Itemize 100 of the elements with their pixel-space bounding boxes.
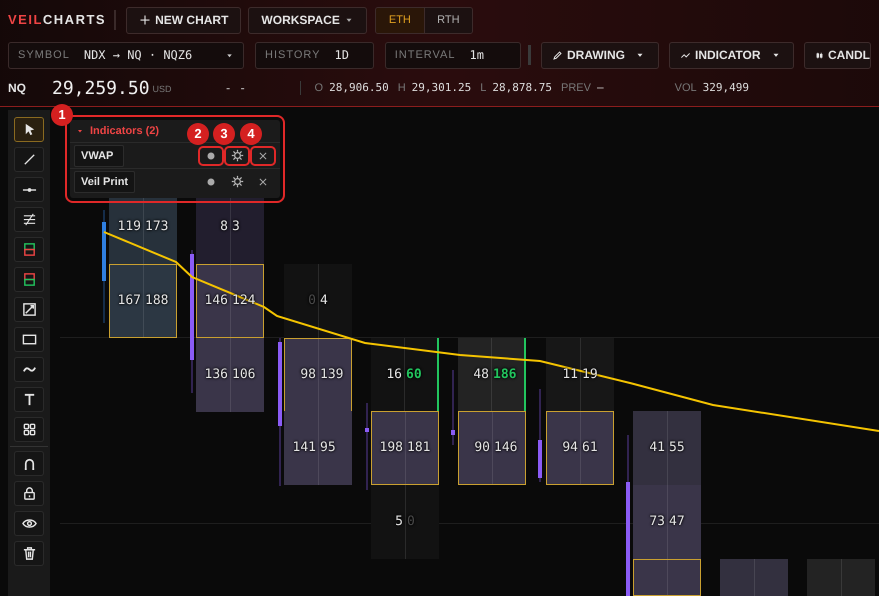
menu-button[interactable]: INDICATOR [668,42,794,68]
volume-value: 61 [582,439,598,458]
rectangle-icon [22,332,36,347]
volume-value: 95 [320,439,336,458]
settings-icon [230,149,244,162]
callout-number: 1 [51,104,73,126]
close-button[interactable] [250,146,276,166]
tool-button[interactable] [14,327,44,352]
volume-value: 94 [562,439,578,458]
visibility-button[interactable] [198,146,224,166]
session-tab[interactable]: RTH [424,8,472,32]
parallel-lines-icon [22,212,36,227]
caret-down-icon [76,127,84,135]
field-label: SYMBOL [18,48,70,63]
field-value[interactable]: 1D [334,46,349,64]
tool-button[interactable] [14,481,44,506]
tool-button[interactable] [14,451,44,476]
close-icon [258,176,268,186]
tool-button[interactable] [14,297,44,322]
volume-value: 119 [118,218,141,236]
close-icon [258,150,268,160]
stat-label: PREV [561,81,591,96]
volume-value: 181 [407,439,430,458]
trash-icon [22,546,36,561]
measure-icon [22,302,36,317]
volume-value: 55 [669,439,685,458]
app-logo: VEILCHARTS [8,10,116,30]
volume-value: 139 [320,366,344,384]
volume-value: 98 [300,366,316,384]
symbol-label: NQ [8,80,27,97]
field-label: HISTORY [265,48,321,63]
stat-value: 28,878.75 [492,80,552,96]
indicator-name: Veil Print [74,170,136,192]
tool-button[interactable] [14,207,44,232]
last-price: 29,259.50 [52,76,150,100]
volume-value: 5 [395,513,403,532]
chart-type-button[interactable]: CANDL [804,42,871,68]
price-change: - - [224,80,248,97]
volume-value: 41 [649,439,665,458]
settings-icon [230,175,244,188]
volume-value: 0 [308,292,316,310]
volume-value: 3 [232,218,240,236]
dot-icon [207,152,215,160]
volume-value: 90 [474,439,490,458]
stat-label: O [314,81,324,96]
line-icon [22,152,36,167]
volume-value: 186 [493,366,516,384]
field-value[interactable]: 1m [470,46,484,64]
currency-label: USD [152,83,173,96]
volume-value: 60 [406,366,422,384]
volume-value: 136 [204,366,228,384]
volume-value: 4 [320,292,328,310]
volume-value: 146 [204,292,228,310]
tool-button[interactable] [14,541,44,566]
volume-value: 11 [562,366,578,384]
volume-value: 141 [292,439,316,458]
workspace-dropdown[interactable]: WORKSPACE [248,6,367,34]
volume-value: 198 [380,439,403,458]
tool-button[interactable] [14,511,44,536]
volume-value: 47 [669,513,685,532]
volume-value: 8 [220,218,228,236]
volume-value: 73 [649,513,665,532]
dot-icon [207,178,215,186]
long-position-icon [22,242,36,257]
new-chart-button[interactable]: NEW CHART [126,6,242,34]
volume-value: 0 [407,513,415,532]
volume-value: 173 [145,218,168,236]
candles-icon [814,50,824,60]
tool-button[interactable] [14,267,44,292]
stat-value: – [596,80,604,96]
field-label: INTERVAL [394,48,456,63]
tool-button[interactable] [14,177,44,202]
tool-button[interactable] [14,357,44,382]
grid-icon [22,422,36,437]
stat-value: 29,301.25 [412,80,472,96]
volume-value: 167 [118,292,141,310]
lock-icon [22,486,36,501]
tool-button[interactable] [14,237,44,262]
tool-button[interactable] [14,417,44,442]
short-position-icon [22,272,36,287]
stat-label: VOL [674,81,697,96]
volume-value: 146 [494,439,518,458]
stat-value: 28,906.50 [329,80,389,96]
tool-button[interactable] [14,387,44,412]
menu-button[interactable]: DRAWING [540,42,659,68]
settings-button[interactable] [224,146,250,166]
stat-label: H [398,81,406,96]
volume-value: 16 [386,366,402,384]
plus-icon [139,14,152,26]
session-tab[interactable]: ETH [376,8,424,32]
symbol-dropdown[interactable]: NDX → NQ · NQZ6 [84,46,192,64]
stat-label: L [480,81,486,96]
volume-value: 106 [232,366,256,384]
volume-value: 48 [473,366,489,384]
tool-button[interactable] [14,117,44,142]
pencil-icon [552,50,563,60]
horizontal-line-icon [22,188,36,192]
indicator-name: VWAP [74,144,124,166]
stat-value: 329,499 [702,80,749,96]
volume-value: 188 [145,292,168,310]
